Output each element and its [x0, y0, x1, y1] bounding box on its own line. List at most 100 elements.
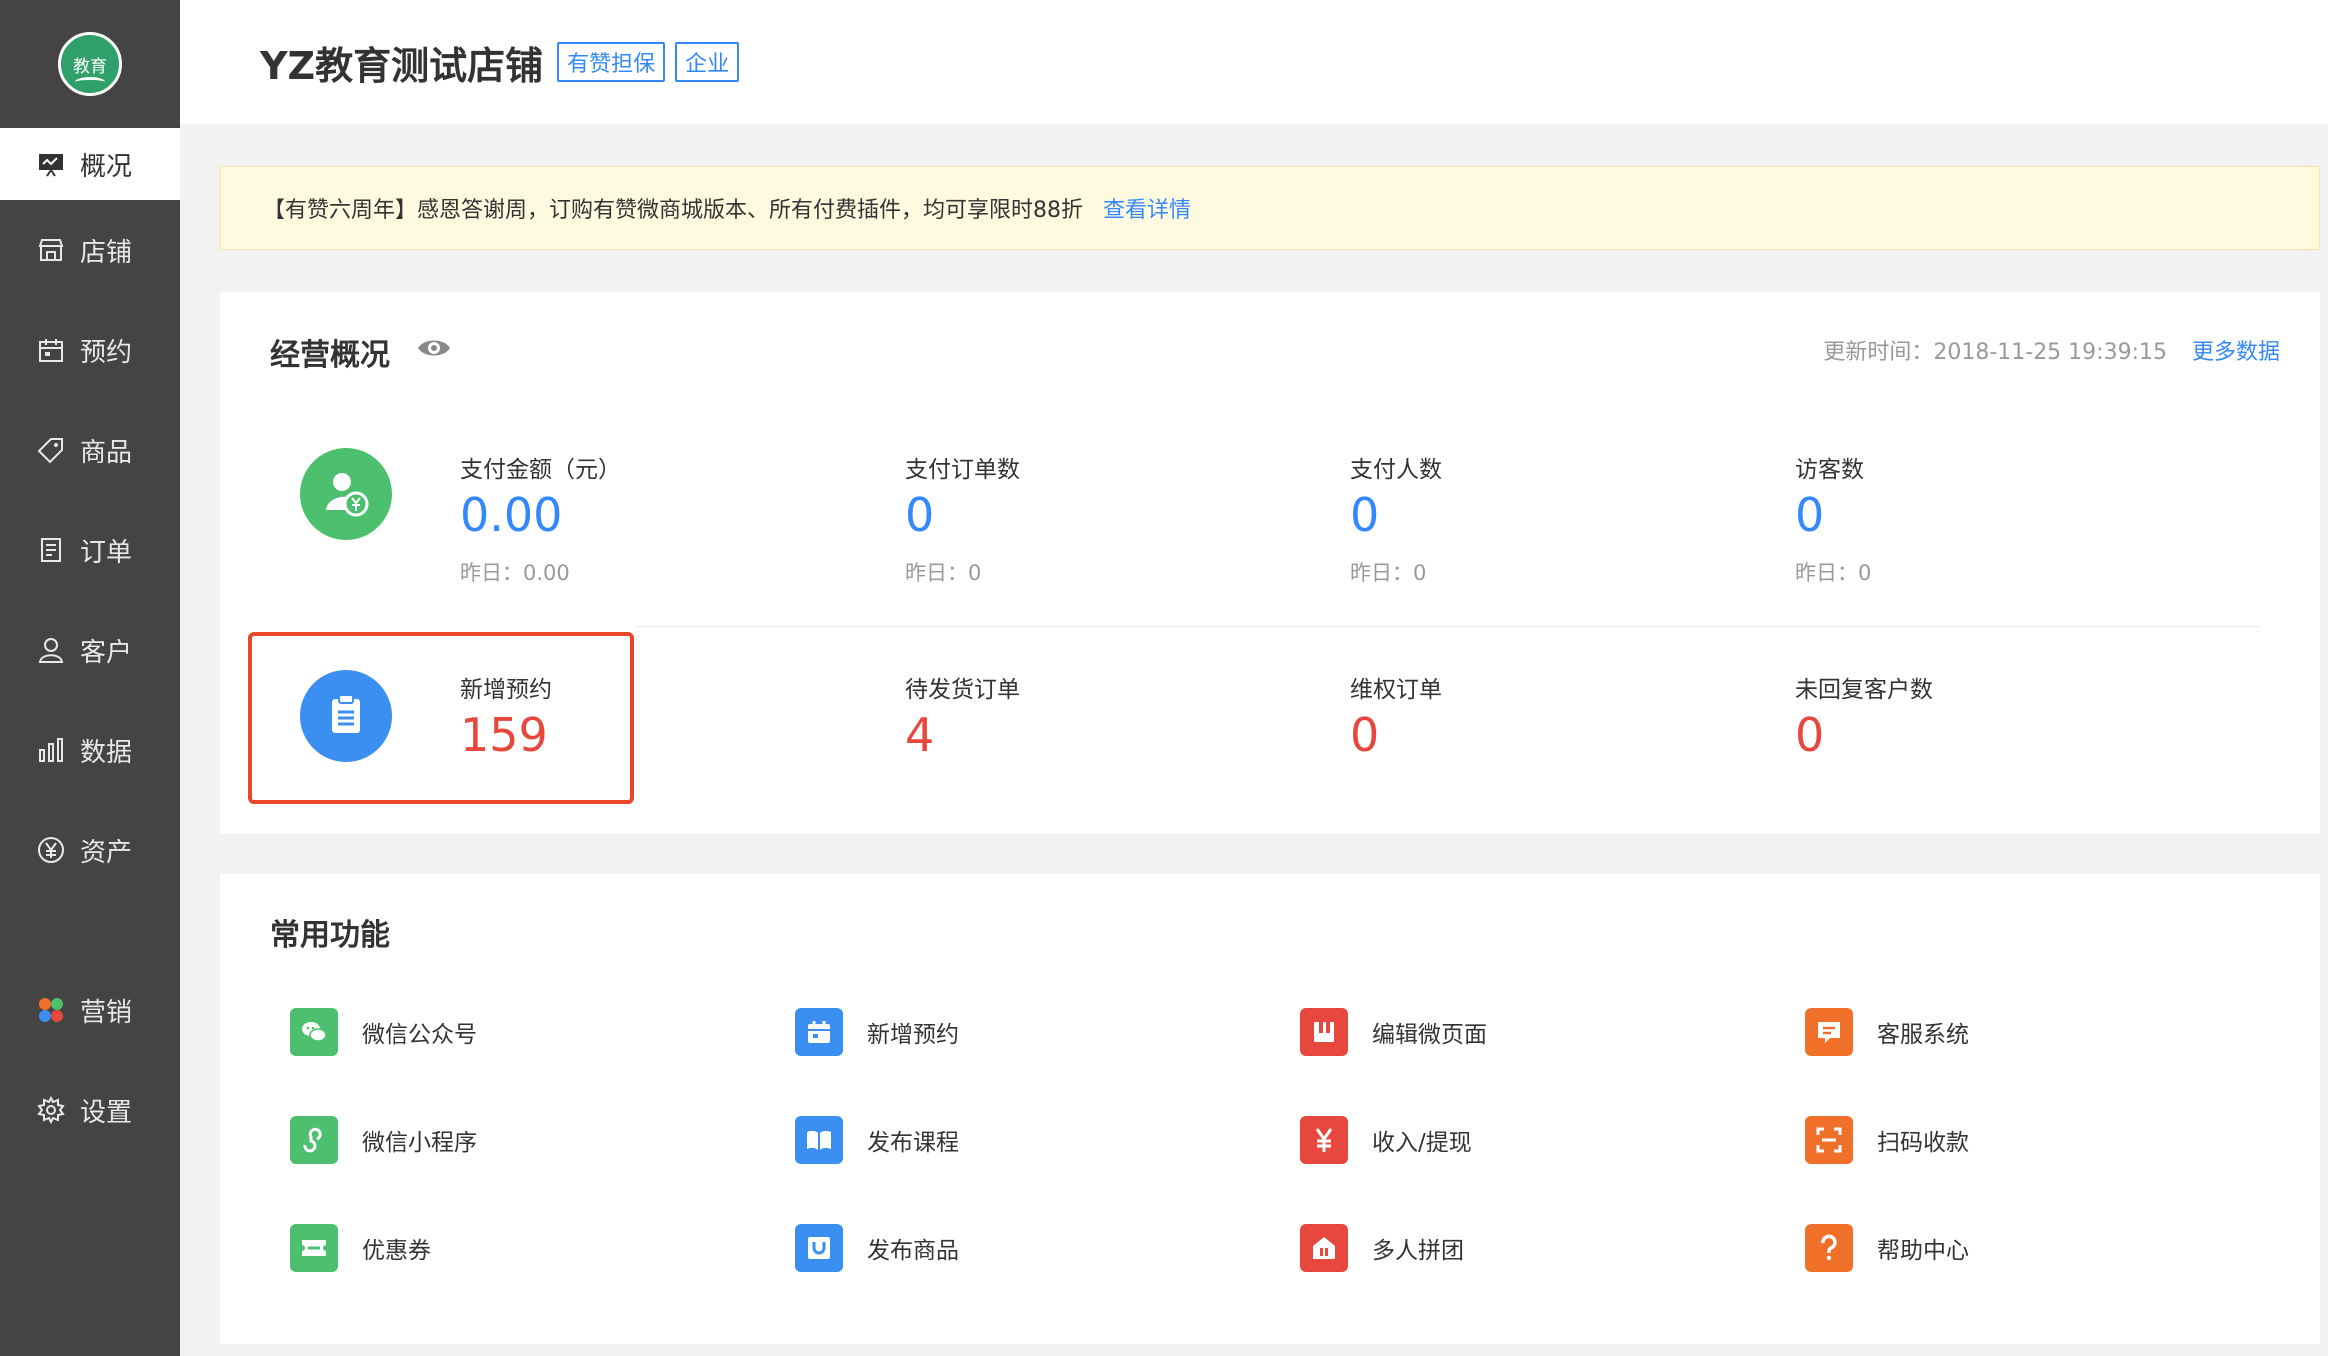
sidebar-nav: 概况 店铺 预约 商品 订单 客户 数据 资产 营销 设置 [0, 128, 180, 1160]
sidebar-item-orders[interactable]: 订单 [0, 500, 180, 600]
func-income-withdraw[interactable]: 收入/提现 [1300, 1116, 1472, 1164]
stat-value: 0 [1795, 708, 1825, 762]
func-wechat-official[interactable]: 微信公众号 [290, 1008, 477, 1056]
stat-value: 0 [1795, 488, 1825, 542]
stat-value: 4 [905, 708, 935, 762]
yen-icon [36, 835, 66, 865]
shop-logo[interactable]: 教育 [58, 32, 122, 96]
func-customer-service[interactable]: 客服系统 [1805, 1008, 1969, 1056]
sidebar-item-overview[interactable]: 概况 [0, 128, 180, 200]
func-label: 优惠券 [362, 1238, 431, 1264]
mini-program-icon [290, 1116, 338, 1164]
sidebar-item-label: 预约 [80, 337, 133, 368]
func-label: 收入/提现 [1372, 1130, 1472, 1156]
func-publish-course[interactable]: 发布课程 [795, 1116, 959, 1164]
stat-label: 访客数 [1795, 457, 1864, 483]
sidebar-divider [0, 900, 180, 960]
stat-value: 0 [905, 488, 935, 542]
wechat-icon [290, 1008, 338, 1056]
stat-paid-orders[interactable]: 支付订单数 0 昨日：0 [905, 450, 1020, 587]
func-label: 新增预约 [867, 1022, 959, 1048]
update-time: 2018-11-25 19:39:15 [1933, 340, 2167, 365]
stat-payment-amount[interactable]: 支付金额（元） 0.00 昨日：0.00 [460, 450, 621, 587]
coupon-icon [290, 1224, 338, 1272]
sidebar-item-settings[interactable]: 设置 [0, 1060, 180, 1160]
func-label: 多人拼团 [1372, 1238, 1464, 1264]
chat-icon [1805, 1008, 1853, 1056]
functions-title: 常用功能 [270, 918, 390, 953]
stat-value: 159 [460, 708, 548, 762]
eye-icon[interactable] [416, 336, 452, 360]
func-label: 编辑微页面 [1372, 1022, 1487, 1048]
sidebar-item-label: 数据 [80, 737, 133, 768]
func-coupon[interactable]: 优惠券 [290, 1224, 431, 1272]
sidebar-item-label: 订单 [80, 537, 133, 568]
sidebar-item-data[interactable]: 数据 [0, 700, 180, 800]
scan-icon [1805, 1116, 1853, 1164]
stat-yesterday: 昨日：0 [1795, 560, 1872, 585]
notice-text: 【有赞六周年】感恩答谢周，订购有赞微商城版本、所有付费插件，均可享限时88折 [263, 198, 1083, 223]
sidebar-item-label: 概况 [80, 151, 133, 182]
func-help-center[interactable]: 帮助中心 [1805, 1224, 1969, 1272]
sidebar-item-assets[interactable]: 资产 [0, 800, 180, 900]
stat-label: 未回复客户数 [1795, 677, 1933, 703]
sidebar-item-label: 设置 [80, 1097, 133, 1128]
logo-book-icon [75, 77, 105, 87]
order-icon [36, 535, 66, 565]
sidebar-item-shop[interactable]: 店铺 [0, 200, 180, 300]
promo-notice: 【有赞六周年】感恩答谢周，订购有赞微商城版本、所有付费插件，均可享限时88折 查… [220, 166, 2320, 250]
sidebar-item-label: 资产 [80, 837, 133, 868]
func-mini-program[interactable]: 微信小程序 [290, 1116, 477, 1164]
guarantee-badge[interactable]: 有赞担保 [557, 42, 666, 82]
yen-icon [1300, 1116, 1348, 1164]
clipboard-icon [300, 670, 392, 762]
shop-icon [36, 235, 66, 265]
sidebar-item-customers[interactable]: 客户 [0, 600, 180, 700]
func-edit-micropage[interactable]: 编辑微页面 [1300, 1008, 1487, 1056]
payment-user-icon [300, 448, 392, 540]
stat-pending-shipment[interactable]: 待发货订单 4 [905, 670, 1020, 761]
update-info: 更新时间：2018-11-25 19:39:15 更多数据 [1823, 334, 2280, 366]
stat-label: 待发货订单 [905, 677, 1020, 703]
stat-label: 支付订单数 [905, 457, 1020, 483]
stat-label: 维权订单 [1350, 677, 1442, 703]
stat-label: 支付金额（元） [460, 457, 621, 483]
enterprise-badge[interactable]: 企业 [675, 42, 740, 82]
stat-label: 新增预约 [460, 677, 552, 703]
stat-refund-orders[interactable]: 维权订单 0 [1350, 670, 1442, 761]
stat-paying-users[interactable]: 支付人数 0 昨日：0 [1350, 450, 1442, 587]
tag-icon [36, 435, 66, 465]
func-label: 微信小程序 [362, 1130, 477, 1156]
logo-area: 教育 [0, 0, 180, 128]
user-icon [36, 635, 66, 665]
bag-icon [795, 1224, 843, 1272]
calendar-icon [36, 335, 66, 365]
func-new-booking[interactable]: 新增预约 [795, 1008, 959, 1056]
business-overview-panel: 经营概况 更新时间：2018-11-25 19:39:15 更多数据 支付金额（… [220, 292, 2320, 834]
func-label: 客服系统 [1877, 1022, 1969, 1048]
marketing-icon [36, 995, 66, 1025]
sidebar-item-label: 商品 [80, 437, 133, 468]
shop-title: YZ教育测试店铺 [260, 43, 544, 88]
overview-divider [636, 626, 2260, 627]
update-label: 更新时间： [1823, 340, 1934, 365]
notice-details-link[interactable]: 查看详情 [1103, 192, 1191, 224]
stat-yesterday: 昨日：0 [905, 560, 982, 585]
stat-visitors[interactable]: 访客数 0 昨日：0 [1795, 450, 1871, 587]
sidebar-item-booking[interactable]: 预约 [0, 300, 180, 400]
func-label: 扫码收款 [1877, 1130, 1969, 1156]
stat-new-bookings[interactable]: 新增预约 159 [460, 670, 552, 761]
more-data-link[interactable]: 更多数据 [2192, 340, 2280, 365]
func-label: 发布商品 [867, 1238, 959, 1264]
logo-text: 教育 [73, 56, 107, 77]
stat-yesterday: 昨日：0.00 [460, 560, 570, 585]
func-group-buy[interactable]: 多人拼团 [1300, 1224, 1464, 1272]
sidebar-item-goods[interactable]: 商品 [0, 400, 180, 500]
func-label: 微信公众号 [362, 1022, 477, 1048]
stat-value: 0 [1350, 708, 1380, 762]
sidebar-item-marketing[interactable]: 营销 [0, 960, 180, 1060]
func-publish-goods[interactable]: 发布商品 [795, 1224, 959, 1272]
func-scan-pay[interactable]: 扫码收款 [1805, 1116, 1969, 1164]
overview-icon [36, 149, 66, 179]
stat-unreplied-customers[interactable]: 未回复客户数 0 [1795, 670, 1933, 761]
